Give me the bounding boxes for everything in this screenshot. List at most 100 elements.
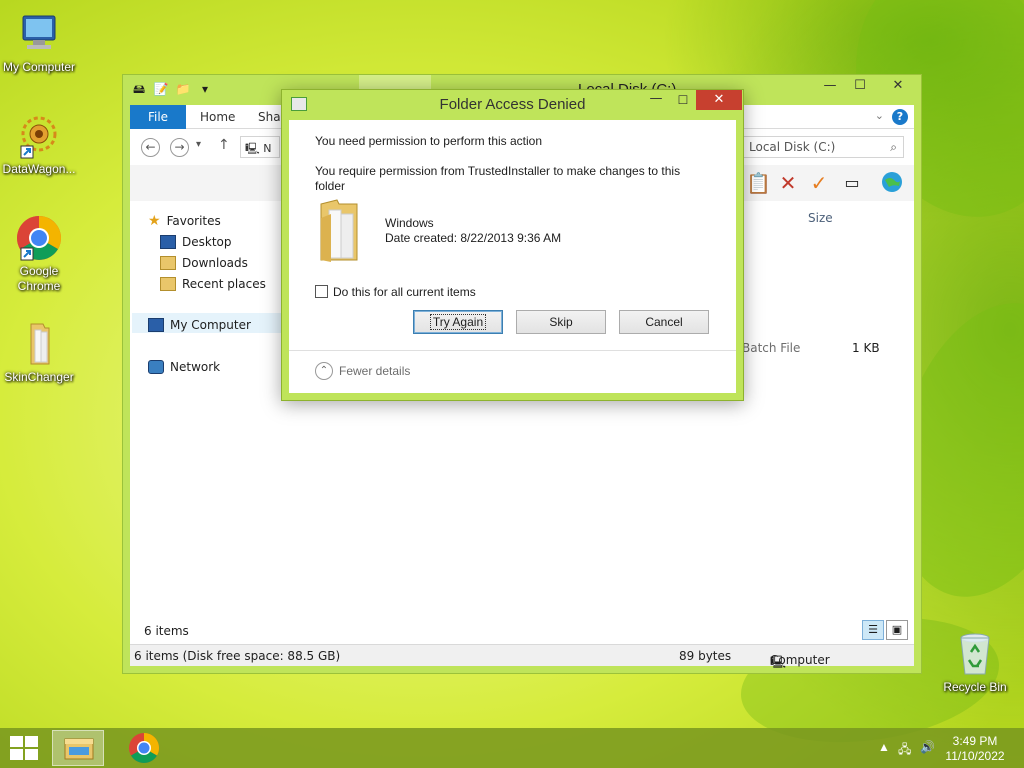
details-view-icon[interactable]: ☰ <box>862 620 884 640</box>
items-count: 6 items <box>144 624 189 638</box>
network-status-icon[interactable]: 🖧 <box>898 740 911 761</box>
nav-item-downloads[interactable]: Downloads <box>160 253 248 273</box>
folder-access-denied-dialog: Folder Access Denied — ☐ ✕ You need perm… <box>281 89 744 401</box>
all-items-checkbox-label[interactable]: Do this for all current items <box>333 285 476 299</box>
network-icon <box>148 360 164 374</box>
windows-logo-pane <box>25 749 38 760</box>
tab-file[interactable]: File <box>130 105 186 129</box>
desktop-icon <box>160 235 176 249</box>
dialog-separator <box>289 350 736 351</box>
folder-icon <box>15 320 63 368</box>
system-tray: ▲ 🖧 🔊 3:49 PM 11/10/2022 <box>864 728 1024 768</box>
paste-icon[interactable]: 📋 <box>746 171 771 195</box>
clock-time: 3:49 PM <box>952 734 998 748</box>
dialog-heading: You need permission to perform this acti… <box>315 134 543 148</box>
globe-icon[interactable] <box>880 171 904 195</box>
desktop-icon-label: Google Chrome <box>17 264 61 293</box>
help-icon[interactable]: ? <box>892 109 908 125</box>
nav-item-recent-places[interactable]: Recent places <box>160 274 266 294</box>
computer-icon: 🖳 <box>245 142 260 155</box>
file-size-cell: 1 KB <box>852 341 880 355</box>
rename-icon[interactable]: ▭ <box>840 171 864 195</box>
search-input[interactable]: Local Disk (C:) ⌕ <box>740 136 904 158</box>
tab-home[interactable]: Home <box>200 105 235 129</box>
clock[interactable]: 3:49 PM 11/10/2022 <box>940 734 1010 764</box>
desktop-icon-label: Recycle Bin <box>943 680 1007 694</box>
desktop-icon-my-computer[interactable]: My Computer <box>0 10 78 75</box>
skip-button[interactable]: Skip <box>516 310 606 334</box>
desktop-icon-label: SkinChanger <box>4 370 74 384</box>
nav-item-desktop[interactable]: Desktop <box>160 232 232 252</box>
new-folder-icon[interactable]: 📁 <box>175 81 191 97</box>
minimize-button[interactable]: — <box>815 75 845 97</box>
navigation-pane: ★ Favorites Desktop Downloads Recent pla… <box>130 201 290 618</box>
forward-button[interactable]: → <box>170 138 189 157</box>
computer-icon <box>15 10 63 58</box>
maximize-button[interactable]: ☐ <box>845 75 875 97</box>
dialog-minimize-button[interactable]: — <box>642 90 670 110</box>
taskbar: ▲ 🖧 🔊 3:49 PM 11/10/2022 <box>0 728 1024 768</box>
file-type-cell: Batch File <box>742 341 801 355</box>
search-icon: ⌕ <box>890 140 897 154</box>
status-items: 6 items (Disk free space: 88.5 GB) <box>134 649 341 663</box>
nav-label: Recent places <box>182 277 266 291</box>
file-explorer-icon <box>64 738 94 760</box>
recent-places-icon <box>160 277 176 291</box>
cancel-button[interactable]: Cancel <box>619 310 709 334</box>
taskbar-google-chrome[interactable] <box>118 730 170 766</box>
dialog-close-button[interactable]: ✕ <box>696 90 742 110</box>
nav-label: Favorites <box>166 214 221 228</box>
recycle-bin-icon <box>951 630 999 678</box>
fewer-details-toggle[interactable]: Fewer details <box>339 364 410 378</box>
desktop-icon-label: DataWagon... <box>2 162 76 176</box>
column-header-size[interactable]: Size <box>808 211 833 225</box>
clock-date: 11/10/2022 <box>945 749 1005 763</box>
status-location-label: Computer <box>770 653 830 667</box>
chrome-icon <box>129 733 160 764</box>
status-size: 89 bytes <box>679 649 732 663</box>
taskbar-file-explorer[interactable] <box>52 730 104 766</box>
show-hidden-icons-icon[interactable]: ▲ <box>878 740 890 754</box>
downloads-icon <box>160 256 176 270</box>
computer-icon <box>148 318 164 332</box>
windows-logo-pane <box>10 749 23 760</box>
desktop-icon-datawagon[interactable]: DataWagon... <box>0 112 78 177</box>
windows-logo-pane <box>25 736 38 747</box>
start-button[interactable] <box>10 736 38 760</box>
checkmark-icon[interactable]: ✓ <box>807 171 831 195</box>
try-again-button[interactable]: Try Again <box>413 310 503 334</box>
close-button[interactable]: ✕ <box>875 75 921 97</box>
quick-access-toolbar: 🖴 📝 📁 ▾ <box>131 81 213 97</box>
desktop-icon-recycle-bin[interactable]: Recycle Bin <box>936 630 1014 695</box>
ribbon-collapse-icon[interactable]: ⌄ <box>875 109 884 122</box>
folder-name: Windows <box>385 216 434 230</box>
up-button[interactable]: ↑ <box>218 137 230 153</box>
datawagon-icon <box>15 112 63 160</box>
recent-locations-icon[interactable]: ▾ <box>196 139 201 150</box>
address-fragment: N <box>263 142 272 155</box>
nav-item-my-computer[interactable]: My Computer <box>148 315 251 335</box>
nav-label: My Computer <box>170 318 251 332</box>
try-again-label: Try Again <box>429 314 487 330</box>
address-bar[interactable]: 🖳 N <box>240 136 280 158</box>
star-icon: ★ <box>148 213 161 229</box>
nav-label: Network <box>170 360 221 374</box>
chevron-up-icon[interactable]: ⌃ <box>315 362 333 380</box>
nav-item-network[interactable]: Network <box>148 357 220 377</box>
volume-icon[interactable]: 🔊 <box>920 740 935 754</box>
search-placeholder: Local Disk (C:) <box>749 140 836 154</box>
nav-label: Desktop <box>182 235 232 249</box>
drive-icon: 🖴 <box>132 82 146 96</box>
large-icons-view-icon[interactable]: ▣ <box>886 620 908 640</box>
properties-icon[interactable]: 📝 <box>153 81 169 97</box>
back-button[interactable]: ← <box>141 138 160 157</box>
desktop-icon-label: My Computer <box>2 60 76 74</box>
delete-icon[interactable]: ✕ <box>776 171 800 195</box>
qat-dropdown-icon[interactable]: ▾ <box>197 81 213 97</box>
all-items-checkbox[interactable] <box>315 285 328 298</box>
dialog-maximize-button[interactable]: ☐ <box>670 90 696 110</box>
nav-item-favorites[interactable]: ★ Favorites <box>148 211 221 231</box>
folder-date-created: Date created: 8/22/2013 9:36 AM <box>385 231 562 245</box>
desktop-icon-google-chrome[interactable]: Google Chrome <box>0 214 78 294</box>
desktop-icon-skinchanger[interactable]: SkinChanger <box>0 320 78 385</box>
